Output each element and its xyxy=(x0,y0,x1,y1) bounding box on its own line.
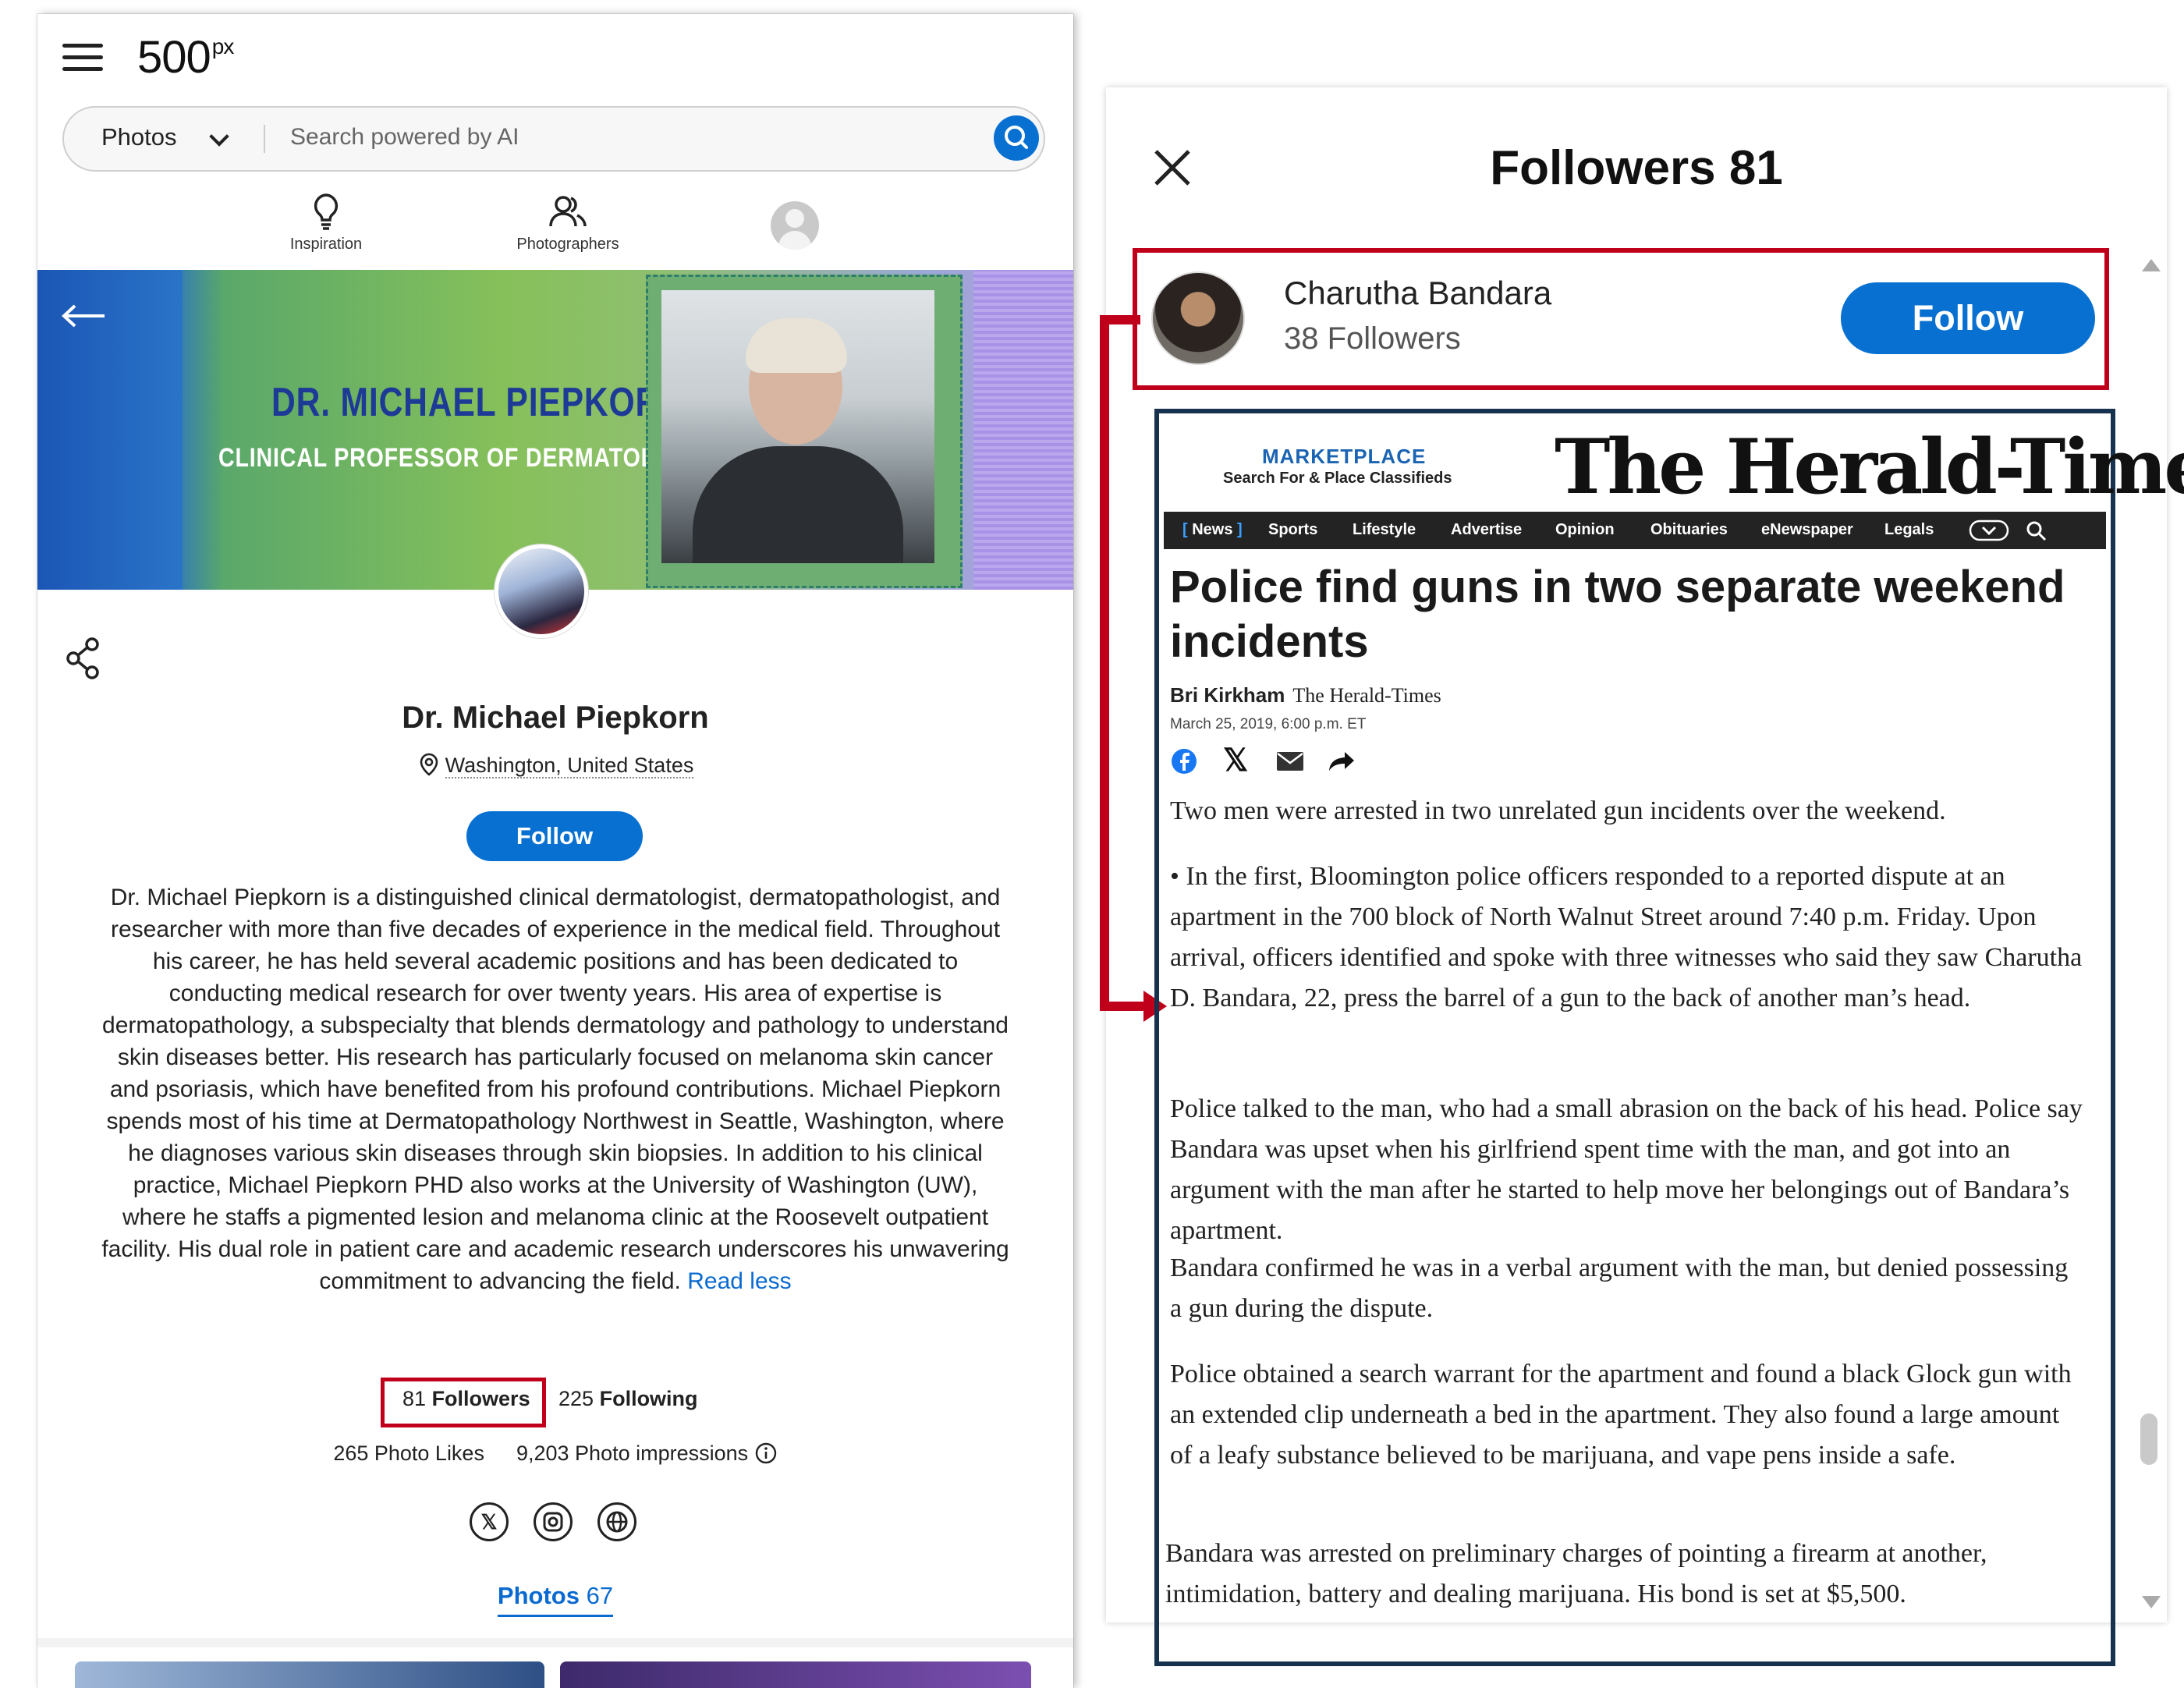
article-paragraph: Bandara confirmed he was in a verbal arg… xyxy=(1170,1254,2069,1323)
scroll-thumb[interactable] xyxy=(2140,1413,2157,1465)
chevron-down-icon[interactable] xyxy=(209,126,229,147)
photo-stats: 265 Photo Likes 9,203 Photo impressions xyxy=(37,1442,1073,1466)
cover-banner: DR. MICHAEL PIEPKORN CLINICAL PROFESSOR … xyxy=(37,270,1073,590)
nav-opinion[interactable]: Opinion xyxy=(1555,521,1615,539)
search-icon xyxy=(1005,126,1028,149)
scroll-down-icon[interactable] xyxy=(2142,1596,2161,1608)
follow-button[interactable]: Follow xyxy=(466,811,643,861)
lightbulb-icon xyxy=(314,193,339,230)
chevron-down-icon[interactable] xyxy=(1969,519,2009,542)
news-nav: [ News ] Sports Lifestyle Advertise Opin… xyxy=(1164,512,2106,549)
followers-modal: Followers 81 Charutha Bandara 38 Followe… xyxy=(1100,87,2184,1666)
newspaper-masthead[interactable]: The Herald-Times xyxy=(1555,423,2184,511)
follower-count: 38 Followers xyxy=(1284,321,1461,356)
nav-news[interactable]: [ News ] xyxy=(1182,521,1243,539)
scroll-up-icon[interactable] xyxy=(2142,259,2161,271)
nav-obituaries[interactable]: Obituaries xyxy=(1650,521,1728,539)
follower-name[interactable]: Charutha Bandara xyxy=(1284,275,1551,312)
nav-photographers[interactable]: Photographers xyxy=(505,192,630,254)
connector-arrow xyxy=(1100,315,1109,1008)
photo-likes: 265 Photo Likes xyxy=(333,1442,484,1465)
nav-enewspaper[interactable]: eNewspaper xyxy=(1761,521,1853,539)
modal-title: Followers 81 xyxy=(1490,141,1783,195)
nav-inspiration[interactable]: Inspiration xyxy=(279,192,373,254)
banner-portrait xyxy=(661,290,934,563)
search-icon[interactable] xyxy=(2025,520,2048,543)
marketplace-subtitle: Search For & Place Classifieds xyxy=(1223,470,1452,487)
banner-subtitle: CLINICAL PROFESSOR OF DERMATOLOGY xyxy=(218,443,707,473)
following-stat[interactable]: 225 Following xyxy=(558,1387,698,1411)
profile-panel: 500px Photos Search powered by AI Inspir… xyxy=(37,14,1073,1688)
back-arrow-icon[interactable] xyxy=(61,304,108,328)
article-date: March 25, 2019, 6:00 p.m. ET xyxy=(1170,716,1367,732)
profile-bio: Dr. Michael Piepkorn is a distinguished … xyxy=(100,881,1011,1297)
portrait-body xyxy=(693,446,903,563)
logo[interactable]: 500px xyxy=(137,31,234,83)
marketplace-link[interactable]: MARKETPLACE xyxy=(1262,445,1426,469)
article-paragraph: Police obtained a search warrant for the… xyxy=(1170,1360,2072,1470)
divider xyxy=(264,125,265,153)
profile-name: Dr. Michael Piepkorn xyxy=(402,700,709,735)
following-count: 225 xyxy=(558,1387,594,1410)
followers-label: Followers xyxy=(431,1387,530,1410)
followers-count: 81 xyxy=(402,1387,427,1410)
profile-location[interactable]: Washington, United States xyxy=(37,752,1073,778)
search-category-select[interactable]: Photos xyxy=(101,123,177,151)
portrait-hair xyxy=(746,318,847,373)
bio-text: Dr. Michael Piepkorn is a distinguished … xyxy=(101,885,1009,1294)
follower-avatar[interactable] xyxy=(1151,271,1245,365)
x-share-icon[interactable]: 𝕏 xyxy=(1223,743,1248,778)
instagram-icon[interactable] xyxy=(534,1502,573,1541)
location-pin-icon xyxy=(420,753,438,776)
article-byline: Bri Kirkham The Herald-Times xyxy=(1170,683,1441,707)
photo-thumbnail[interactable] xyxy=(75,1661,544,1688)
article-headline: Police find guns in two separate weekend… xyxy=(1170,562,2065,667)
article-author[interactable]: Bri Kirkham xyxy=(1170,683,1285,707)
photos-tab-label: Photos xyxy=(497,1582,580,1609)
followers-stat[interactable]: 81 Followers xyxy=(402,1387,530,1411)
share-icon[interactable] xyxy=(64,637,103,680)
connector-arrow xyxy=(1100,315,1140,324)
share-arrow-icon[interactable] xyxy=(1328,749,1356,774)
user-avatar[interactable] xyxy=(771,201,819,250)
info-icon[interactable] xyxy=(754,1442,778,1465)
nav-advertise[interactable]: Advertise xyxy=(1451,521,1522,539)
location-text: Washington, United States xyxy=(445,754,694,778)
tab-photos[interactable]: Photos 67 xyxy=(37,1582,1073,1617)
gallery-divider xyxy=(37,1638,1073,1647)
following-label: Following xyxy=(599,1387,698,1410)
article-outlet: The Herald-Times xyxy=(1292,684,1441,707)
follower-follow-button[interactable]: Follow xyxy=(1841,282,2095,354)
facebook-icon[interactable] xyxy=(1170,747,1198,775)
nav-lifestyle[interactable]: Lifestyle xyxy=(1353,521,1416,539)
banner-stripes xyxy=(973,270,1073,590)
article-paragraph: • In the first, Bloomington police offic… xyxy=(1170,862,2083,1012)
photo-thumbnail[interactable] xyxy=(560,1661,1031,1688)
read-less-link[interactable]: Read less xyxy=(687,1268,791,1294)
people-icon xyxy=(549,196,587,227)
instagram-glyph xyxy=(543,1512,563,1532)
menu-icon[interactable] xyxy=(62,44,103,72)
x-twitter-icon[interactable]: 𝕏 xyxy=(470,1502,509,1541)
article-paragraph: Bandara was arrested on preliminary char… xyxy=(1165,1539,1987,1608)
photos-tab-count: 67 xyxy=(586,1582,614,1609)
profile-avatar[interactable] xyxy=(495,544,588,638)
search-input[interactable]: Search powered by AI xyxy=(290,124,519,151)
article-paragraph: Two men were arrested in two unrelated g… xyxy=(1170,796,1946,825)
search-button[interactable] xyxy=(994,115,1039,161)
connector-arrow xyxy=(1100,1002,1147,1011)
search-bar: Photos Search powered by AI xyxy=(62,106,1045,172)
nav-label: Inspiration xyxy=(289,236,363,253)
article-paragraph: Police talked to the man, who had a smal… xyxy=(1170,1094,2083,1245)
globe-glyph xyxy=(606,1511,628,1533)
banner-accent xyxy=(37,270,183,590)
nav-sports[interactable]: Sports xyxy=(1268,521,1317,539)
email-icon[interactable] xyxy=(1276,750,1304,772)
photo-impressions: 9,203 Photo impressions xyxy=(516,1442,749,1465)
globe-icon[interactable] xyxy=(597,1502,636,1541)
nav-legals[interactable]: Legals xyxy=(1884,521,1934,539)
banner-name: DR. MICHAEL PIEPKORN xyxy=(271,380,685,425)
nav-label: Photographers xyxy=(516,236,619,253)
